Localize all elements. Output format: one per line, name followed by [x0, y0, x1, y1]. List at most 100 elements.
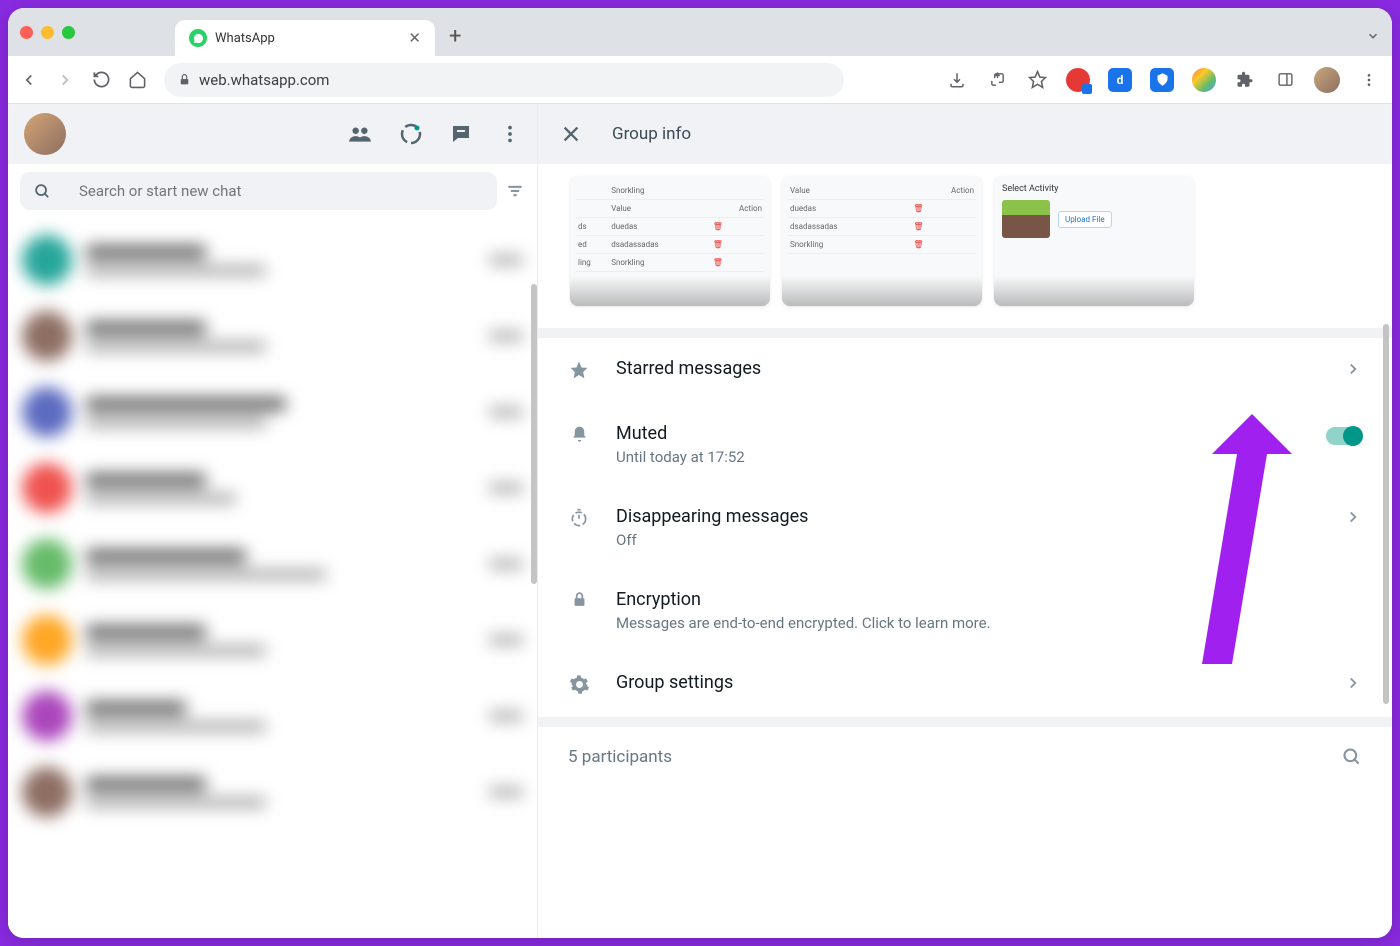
star-icon: [568, 360, 590, 380]
extension-icon-3[interactable]: [1150, 68, 1174, 92]
thumb-text: Snorkling: [788, 236, 911, 254]
tabs-overflow-icon[interactable]: [1366, 29, 1380, 43]
chat-item[interactable]: [8, 754, 537, 830]
setting-label: Encryption: [616, 589, 1362, 610]
communities-icon[interactable]: [347, 121, 373, 147]
search-wrap: [8, 164, 537, 218]
setting-label: Disappearing messages: [616, 506, 1318, 527]
group-info-panel: Group info Snorkling ValueAction dsdueda…: [538, 104, 1392, 938]
thumb-upload-button: Upload File: [1058, 211, 1112, 228]
chevron-right-icon: [1344, 674, 1362, 692]
media-thumbnail[interactable]: Snorkling ValueAction dsduedas🗑 eddsadas…: [570, 176, 770, 306]
profile-avatar[interactable]: [1314, 67, 1340, 93]
setting-sublabel: Messages are end-to-end encrypted. Click…: [616, 614, 1362, 632]
search-icon: [34, 183, 51, 200]
participants-row[interactable]: 5 participants: [538, 727, 1392, 787]
chat-item[interactable]: [8, 374, 537, 450]
thumb-text: duedas: [609, 218, 711, 236]
close-tab-icon[interactable]: ✕: [408, 29, 421, 47]
share-icon[interactable]: [986, 69, 1008, 91]
setting-label: Group settings: [616, 672, 1318, 693]
toggle-knob: [1343, 426, 1363, 446]
divider: [538, 717, 1392, 727]
menu-icon[interactable]: [499, 121, 521, 147]
search-participants-icon[interactable]: [1342, 747, 1362, 767]
setting-label: Muted: [616, 423, 1300, 444]
browser-titlebar: WhatsApp ✕ +: [8, 8, 1392, 56]
minimize-window-button[interactable]: [41, 26, 54, 39]
home-button[interactable]: [128, 70, 150, 89]
thumb-text: Snorkling: [609, 254, 711, 272]
bookmark-star-icon[interactable]: [1026, 69, 1048, 91]
starred-messages-row[interactable]: Starred messages: [538, 338, 1392, 403]
back-button[interactable]: [20, 71, 42, 89]
chat-item[interactable]: [8, 526, 537, 602]
whatsapp-favicon: [189, 29, 207, 47]
extension-icon-4[interactable]: [1192, 68, 1216, 92]
sidepanel-icon[interactable]: [1274, 69, 1296, 91]
search-input[interactable]: [79, 182, 483, 200]
browser-tab[interactable]: WhatsApp ✕: [175, 20, 435, 56]
traffic-lights: [20, 26, 75, 39]
new-tab-button[interactable]: +: [449, 24, 461, 49]
chat-item[interactable]: [8, 222, 537, 298]
group-settings-row[interactable]: Group settings: [538, 652, 1392, 717]
browser-toolbar: web.whatsapp.com d: [8, 56, 1392, 104]
media-thumbnail[interactable]: Select Activity Upload File: [994, 176, 1194, 306]
chevron-right-icon: [1344, 508, 1362, 526]
status-icon[interactable]: [399, 121, 423, 147]
setting-sublabel: Until today at 17:52: [616, 448, 1300, 466]
thumb-text: Select Activity: [1002, 184, 1186, 194]
filter-icon[interactable]: [505, 181, 525, 201]
download-icon[interactable]: [946, 69, 968, 91]
thumb-text: Value: [609, 200, 711, 218]
thumb-text: dsadassadas: [609, 236, 711, 254]
toolbar-right: d: [946, 67, 1380, 93]
bell-icon: [568, 425, 590, 444]
mute-toggle[interactable]: [1326, 427, 1362, 445]
forward-button[interactable]: [56, 71, 78, 89]
sidebar-header: [8, 104, 537, 164]
chats-sidebar: [8, 104, 538, 938]
reload-button[interactable]: [92, 70, 114, 89]
gear-icon: [568, 674, 590, 695]
browser-menu-icon[interactable]: [1358, 69, 1380, 91]
chat-item[interactable]: [8, 450, 537, 526]
disappearing-messages-row[interactable]: Disappearing messages Off: [538, 486, 1392, 569]
sidebar-scrollbar[interactable]: [531, 284, 537, 584]
browser-window: WhatsApp ✕ + web.whatsapp.com: [8, 8, 1392, 938]
thumb-text: Value: [788, 182, 911, 200]
address-bar[interactable]: web.whatsapp.com: [164, 63, 844, 97]
panel-scrollbar[interactable]: [1383, 324, 1389, 704]
thumb-text: duedas: [788, 200, 911, 218]
chevron-right-icon: [1344, 360, 1362, 378]
url-text: web.whatsapp.com: [199, 71, 329, 89]
setting-label: Starred messages: [616, 358, 1318, 379]
new-chat-icon[interactable]: [449, 121, 473, 147]
participants-count: 5 participants: [568, 747, 672, 767]
thumb-text: Action: [911, 182, 976, 200]
close-window-button[interactable]: [20, 26, 33, 39]
chat-item[interactable]: [8, 678, 537, 754]
my-avatar[interactable]: [24, 113, 66, 155]
media-thumbnail[interactable]: ValueAction duedas🗑 dsadassadas🗑 Snorkli…: [782, 176, 982, 306]
divider: [538, 328, 1392, 338]
tab-title: WhatsApp: [215, 31, 400, 46]
encryption-row[interactable]: Encryption Messages are end-to-end encry…: [538, 569, 1392, 652]
panel-title: Group info: [612, 124, 691, 144]
timer-icon: [568, 508, 590, 528]
muted-row[interactable]: Muted Until today at 17:52: [538, 403, 1392, 486]
search-box[interactable]: [20, 172, 497, 210]
lock-icon: [178, 73, 191, 86]
extension-icon-1[interactable]: [1066, 68, 1090, 92]
lock-icon: [568, 591, 590, 608]
extension-icon-2[interactable]: d: [1108, 68, 1132, 92]
panel-header: Group info: [538, 104, 1392, 164]
close-panel-icon[interactable]: [560, 123, 582, 145]
maximize-window-button[interactable]: [62, 26, 75, 39]
thumb-image: [1002, 200, 1050, 238]
extensions-puzzle-icon[interactable]: [1234, 69, 1256, 91]
whatsapp-app: Group info Snorkling ValueAction dsdueda…: [8, 104, 1392, 938]
chat-item[interactable]: [8, 602, 537, 678]
chat-item[interactable]: [8, 298, 537, 374]
